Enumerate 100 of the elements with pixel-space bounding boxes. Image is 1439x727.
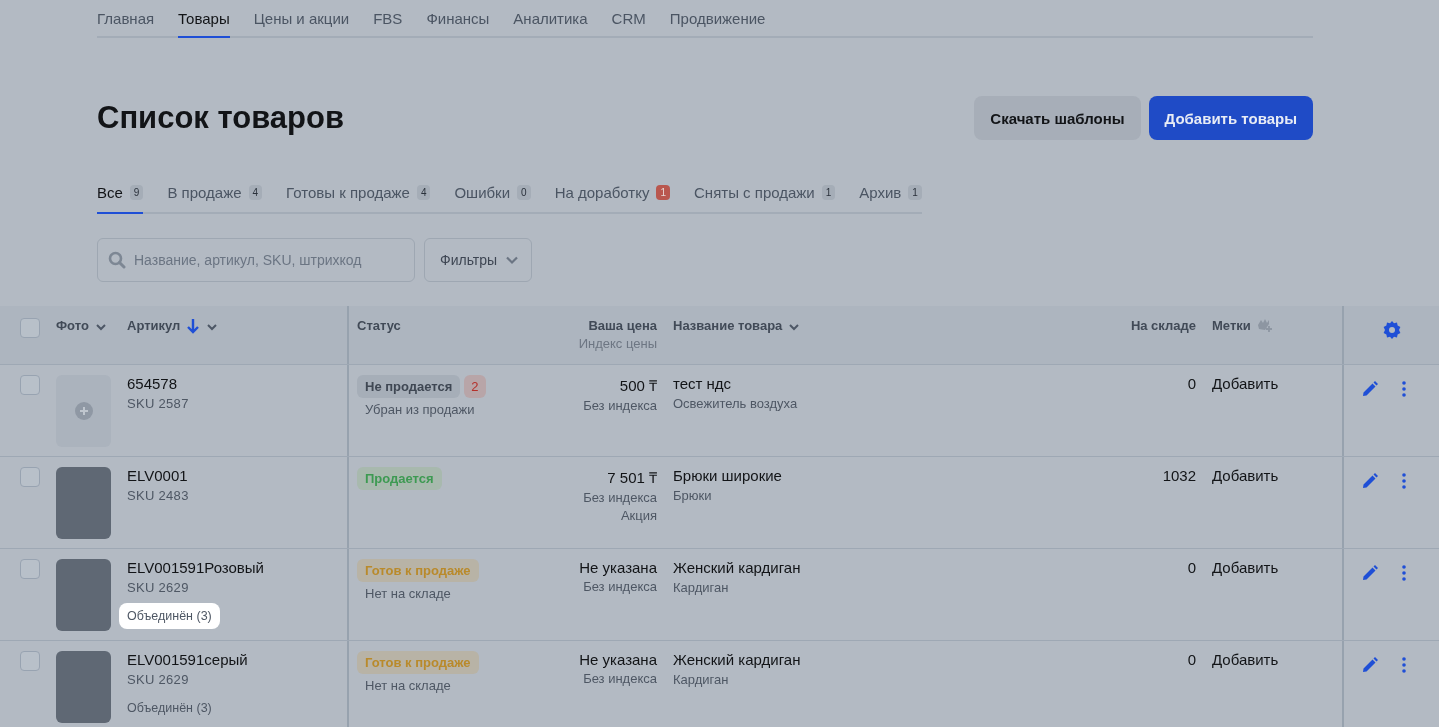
count-badge: 1	[656, 185, 671, 200]
nav-tab[interactable]: CRM	[611, 10, 646, 38]
tab-label: На доработку	[554, 184, 650, 201]
settings-icon[interactable]	[1381, 320, 1402, 340]
category-text: Брюки	[673, 488, 713, 503]
column-header: На складе	[1130, 318, 1196, 333]
row-checkbox[interactable]	[20, 375, 40, 395]
row-checkbox[interactable]	[20, 651, 40, 671]
select-all-checkbox[interactable]	[20, 318, 40, 338]
row-checkbox[interactable]	[20, 467, 40, 487]
download-templates-button[interactable]: Скачать шаблоны	[974, 96, 1141, 140]
stock-value: 0	[1187, 375, 1196, 392]
nav-tab[interactable]: FBS	[373, 10, 403, 38]
add-tag-link[interactable]: Добавить	[1212, 559, 1279, 576]
tab-label: Все	[97, 184, 123, 201]
status-note: Убран из продажи	[364, 402, 476, 417]
article-text: ELV0001	[127, 467, 188, 484]
article-text: 654578	[127, 375, 178, 392]
merged-link[interactable]: Объединён (3)	[119, 603, 220, 629]
filter-tab[interactable]: Сняты с продажи 1	[694, 184, 836, 214]
nav-tab[interactable]: Продвижение	[669, 10, 766, 38]
chevron-down-icon[interactable]	[94, 321, 107, 333]
nav-tab[interactable]: Аналитика	[513, 10, 588, 38]
add-tag-link[interactable]: Добавить	[1212, 375, 1279, 392]
product-name: тест ндс	[673, 375, 733, 392]
price-text: 500 ₸	[619, 376, 657, 395]
search-field[interactable]: Название, артикул, SKU, штрихкод	[97, 238, 415, 282]
more-options-icon[interactable]	[1402, 473, 1406, 489]
column-header[interactable]: Название товара	[673, 318, 783, 333]
category-text: Освежитель воздуха	[673, 396, 799, 411]
stock-value: 1032	[1162, 467, 1196, 484]
price-text: Не указана	[579, 559, 657, 576]
count-badge: 0	[517, 185, 531, 200]
status-note: Нет на складе	[364, 586, 452, 601]
article-text: ELV001591серый	[127, 651, 248, 668]
search-input[interactable]: Название, артикул, SKU, штрихкод	[134, 240, 404, 280]
price-text: Не указана	[579, 651, 657, 668]
price-index-text: Без индекса	[583, 398, 657, 413]
edit-icon[interactable]	[1362, 381, 1378, 397]
filter-tab[interactable]: Ошибки 0	[454, 184, 531, 214]
product-name: Женский кардиган	[673, 651, 802, 668]
price-index-text: Без индекса	[583, 579, 657, 594]
column-header[interactable]: Артикул	[127, 318, 181, 333]
column-subheader: Индекс цены	[578, 336, 657, 351]
price-text: 7 501 ₸	[607, 468, 657, 487]
status-badge: Продается	[357, 467, 442, 490]
add-tag-link[interactable]: Добавить	[1212, 467, 1279, 484]
product-name: Женский кардиган	[673, 559, 802, 576]
count-badge: 9	[129, 185, 144, 200]
article-text: ELV001591Розовый	[127, 559, 264, 576]
more-options-icon[interactable]	[1402, 381, 1406, 397]
sort-arrow-down-icon[interactable]	[186, 318, 201, 334]
page-title: Список товаров	[97, 100, 344, 136]
merged-link[interactable]: Объединён (3)	[119, 695, 220, 721]
sku-text: SKU 2483	[127, 488, 189, 503]
sku-text: SKU 2629	[127, 672, 189, 687]
plus-icon	[74, 402, 93, 420]
row-checkbox[interactable]	[20, 559, 40, 579]
tab-label: Сняты с продажи	[694, 184, 815, 201]
filters-button[interactable]: Фильтры	[424, 238, 533, 282]
add-tag-link[interactable]: Добавить	[1212, 651, 1279, 668]
stock-value: 0	[1187, 559, 1196, 576]
filter-tab[interactable]: В продаже 4	[167, 184, 263, 214]
filter-tab[interactable]: Архив 1	[859, 184, 922, 214]
edit-icon[interactable]	[1362, 473, 1378, 489]
status-note: Нет на складе	[364, 678, 452, 693]
price-index-text: Без индекса	[583, 671, 657, 686]
product-name: Брюки широкие	[673, 467, 783, 484]
nav-tab[interactable]: Товары	[178, 10, 230, 38]
edit-icon[interactable]	[1362, 657, 1378, 673]
chevron-down-icon[interactable]	[788, 321, 801, 333]
tab-label: Архив	[859, 184, 902, 201]
count-badge: 4	[248, 185, 263, 200]
error-count-badge: 2	[464, 375, 486, 398]
promo-text: Акция	[620, 508, 657, 523]
status-badge: Не продается	[357, 375, 461, 398]
count-badge: 1	[821, 185, 836, 200]
add-products-button[interactable]: Добавить товары	[1148, 96, 1313, 140]
nav-tab[interactable]: Цены и акции	[253, 10, 350, 38]
column-header: Статус	[357, 318, 401, 335]
column-header[interactable]: Фото	[56, 318, 89, 333]
more-options-icon[interactable]	[1402, 657, 1406, 673]
chevron-down-icon[interactable]	[206, 321, 219, 333]
category-text: Кардиган	[673, 672, 730, 687]
filter-tab[interactable]: На доработку 1	[554, 184, 671, 214]
filter-tab[interactable]: Готовы к продаже 4	[286, 184, 431, 214]
status-badge: Готов к продаже	[357, 651, 479, 674]
nav-tab[interactable]: Финансы	[426, 10, 490, 38]
tab-label: В продаже	[167, 184, 242, 201]
tab-label: Ошибки	[454, 184, 511, 201]
nav-tab[interactable]: Главная	[97, 10, 155, 38]
category-text: Кардиган	[673, 580, 730, 595]
edit-icon[interactable]	[1362, 565, 1378, 581]
search-icon	[108, 251, 126, 269]
status-badge: Готов к продаже	[357, 559, 479, 582]
price-index-text: Без индекса	[583, 490, 657, 505]
stock-value: 0	[1187, 651, 1196, 668]
column-header: Ваша цена	[588, 318, 657, 333]
filter-tab[interactable]: Все 9	[97, 184, 144, 214]
more-options-icon[interactable]	[1402, 565, 1406, 581]
